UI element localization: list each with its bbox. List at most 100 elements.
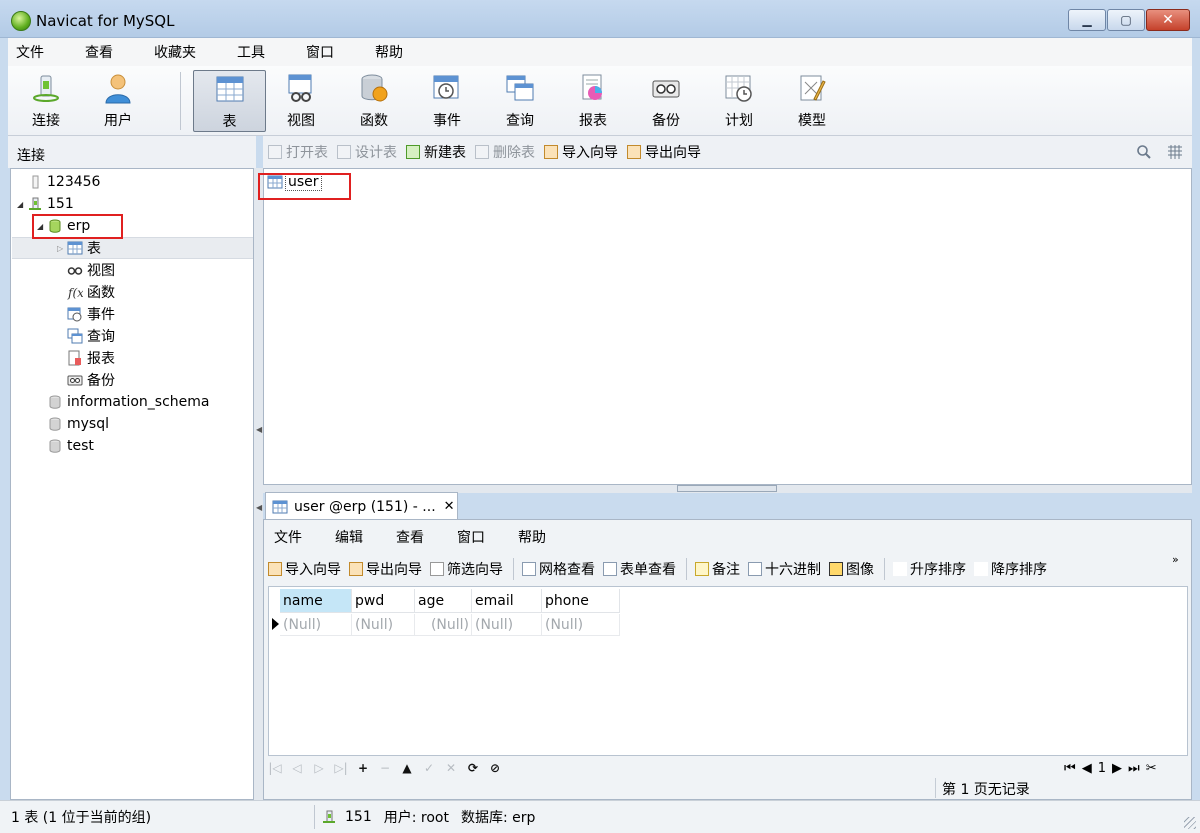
import-wizard-button[interactable]: 导入向导 (268, 559, 341, 579)
open-table-button[interactable]: 打开表 (268, 142, 328, 162)
previous-record-icon[interactable]: ◁ (290, 761, 304, 775)
export-wizard-button[interactable]: 导出向导 (349, 559, 422, 579)
function-icon (361, 74, 388, 102)
connection-tree[interactable]: 123456 ◢ 151 ◢ erp ▷ 表 视图 f(x) 函数 事件 查询 … (10, 168, 254, 800)
resize-grip-icon[interactable] (1184, 817, 1196, 829)
column-header-pwd[interactable]: pwd (352, 589, 415, 613)
tree-events-node[interactable]: 事件 (57, 303, 115, 325)
design-table-button[interactable]: 设计表 (337, 142, 397, 162)
toolbar-backup-button[interactable]: 备份 (631, 70, 701, 132)
toolbar-event-button[interactable]: 事件 (412, 70, 482, 132)
grid-view-button[interactable]: 网格查看 (522, 559, 595, 579)
tab-close-icon[interactable]: ✕ (444, 499, 455, 514)
first-record-icon[interactable]: |◁ (268, 761, 282, 775)
tree-database-test[interactable]: test (37, 435, 94, 457)
grid-cell-phone[interactable]: (Null) (542, 614, 620, 636)
vertical-splitter[interactable] (254, 168, 263, 800)
stop-icon[interactable]: ⊘ (488, 761, 502, 775)
discard-changes-icon[interactable]: ✕ (444, 761, 458, 775)
column-header-phone[interactable]: phone (542, 589, 620, 613)
tree-database-mysql[interactable]: mysql (37, 413, 109, 435)
collapse-arrow-icon[interactable]: ◀ (256, 503, 262, 512)
table-icon (216, 76, 243, 102)
tree-queries-node[interactable]: 查询 (57, 325, 115, 347)
tree-expand-toggle[interactable]: ▷ (57, 244, 67, 253)
page-number[interactable]: 1 (1098, 761, 1106, 776)
refresh-icon[interactable]: ⟳ (466, 761, 480, 775)
toolbar-function-button[interactable]: 函数 (339, 70, 409, 132)
grid-cell-email[interactable]: (Null) (472, 614, 542, 636)
import-wizard-button[interactable]: 导入向导 (544, 142, 618, 162)
grid-view-icon[interactable] (1167, 144, 1183, 160)
toolbar-overflow-chevron-icon[interactable]: » (1172, 554, 1179, 565)
menu-favorites[interactable]: 收藏夹 (146, 42, 211, 62)
toolbar-table-button[interactable]: 表 (193, 70, 266, 132)
maximize-button[interactable]: ▢ (1107, 9, 1145, 31)
table-icon (272, 500, 288, 513)
sort-ascending-button[interactable]: 升序排序 (893, 559, 966, 579)
column-header-email[interactable]: email (472, 589, 542, 613)
column-header-age[interactable]: age (415, 589, 472, 613)
hex-button[interactable]: 十六进制 (748, 559, 821, 579)
toolbar-model-button[interactable]: 模型 (777, 70, 847, 132)
menu-window[interactable]: 窗口 (298, 42, 349, 62)
apply-changes-icon[interactable]: ✓ (422, 761, 436, 775)
toolbar-user-button[interactable]: 用户 (83, 70, 153, 132)
image-button[interactable]: 图像 (829, 559, 874, 579)
sort-descending-button[interactable]: 降序排序 (974, 559, 1047, 579)
last-record-icon[interactable]: ▷| (334, 761, 348, 775)
tree-tables-node[interactable]: ▷ 表 (57, 237, 101, 259)
search-icon[interactable] (1136, 144, 1152, 160)
toolbar-schedule-button[interactable]: 计划 (704, 70, 774, 132)
add-record-icon[interactable]: + (356, 761, 370, 775)
tree-expand-toggle[interactable]: ◢ (17, 200, 27, 209)
menu-help[interactable]: 帮助 (367, 42, 418, 62)
grid-cell-name[interactable]: (Null) (280, 614, 352, 636)
object-list[interactable]: user (263, 168, 1192, 485)
toolbar-query-button[interactable]: 查询 (485, 70, 555, 132)
grid-cell-pwd[interactable]: (Null) (352, 614, 415, 636)
object-toolbar: 打开表 设计表 新建表 删除表 导入向导 导出向导 (263, 136, 1192, 168)
column-header-name[interactable]: name (280, 589, 352, 613)
export-wizard-button[interactable]: 导出向导 (627, 142, 701, 162)
tree-reports-node[interactable]: 报表 (57, 347, 115, 369)
tree-views-node[interactable]: 视图 (57, 259, 115, 281)
new-table-button[interactable]: 新建表 (406, 142, 466, 162)
table-menu-help[interactable]: 帮助 (518, 527, 546, 547)
next-record-icon[interactable]: ▷ (312, 761, 326, 775)
last-page-icon[interactable]: ⏭ (1128, 761, 1140, 776)
data-grid[interactable]: name pwd age email phone (Null) (Null) (… (268, 586, 1188, 756)
menu-view[interactable]: 查看 (77, 42, 128, 62)
tree-connection-151[interactable]: ◢ 151 (17, 193, 74, 215)
tree-connection-123456[interactable]: 123456 (17, 171, 100, 193)
previous-page-icon[interactable]: ◀ (1082, 761, 1092, 776)
page-settings-icon[interactable]: ✂ (1146, 761, 1157, 776)
grid-cell-age[interactable]: (Null) (415, 614, 472, 636)
menu-tools[interactable]: 工具 (229, 42, 280, 62)
collapse-arrow-icon[interactable]: ◀ (256, 425, 262, 434)
tree-functions-node[interactable]: f(x) 函数 (57, 281, 115, 303)
toolbar-report-button[interactable]: 报表 (558, 70, 628, 132)
delete-table-button[interactable]: 删除表 (475, 142, 535, 162)
tab-user-table[interactable]: user @erp (151) - ... ✕ (265, 492, 458, 520)
next-page-icon[interactable]: ▶ (1112, 761, 1122, 776)
tree-backups-node[interactable]: 备份 (57, 369, 115, 391)
form-view-button[interactable]: 表单查看 (603, 559, 676, 579)
query-icon (506, 75, 534, 101)
close-button[interactable]: ✕ (1146, 9, 1190, 31)
minimize-button[interactable]: ▁ (1068, 9, 1106, 31)
toolbar-connection-button[interactable]: 连接 (11, 70, 81, 132)
delete-record-icon[interactable]: − (378, 761, 392, 775)
edit-record-icon[interactable]: ▲ (400, 761, 414, 775)
menu-file[interactable]: 文件 (8, 42, 59, 62)
table-menu-view[interactable]: 查看 (396, 527, 424, 547)
first-page-icon[interactable]: ⏮ (1064, 761, 1076, 776)
filter-wizard-button[interactable]: 筛选向导 (430, 559, 503, 579)
memo-button[interactable]: 备注 (695, 559, 740, 579)
table-menu-file[interactable]: 文件 (274, 527, 302, 547)
table-menu-window[interactable]: 窗口 (457, 527, 485, 547)
toolbar-view-button[interactable]: 视图 (266, 70, 336, 132)
splitter-grip[interactable] (677, 485, 777, 492)
tree-database-information-schema[interactable]: information_schema (37, 391, 210, 413)
table-menu-edit[interactable]: 编辑 (335, 527, 363, 547)
